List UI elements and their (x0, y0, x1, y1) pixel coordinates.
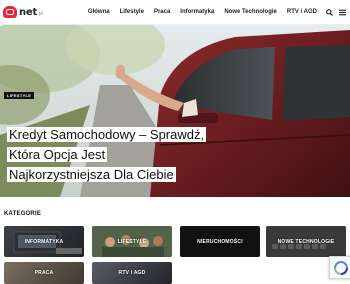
hero-title[interactable]: Kredyt Samochodowy – Sprawdź, Która Opcj… (7, 125, 207, 184)
menu-icon[interactable] (338, 8, 346, 16)
site-header: net.pl Główna Lifestyle Praca Informatyk… (0, 0, 350, 25)
tile-label: NIERUCHOMOŚCI (197, 238, 243, 245)
site-logo[interactable]: net.pl (3, 5, 43, 19)
nav-item-praca[interactable]: Praca (149, 0, 175, 24)
recaptcha-icon (333, 260, 348, 275)
category-tile-lifestyle[interactable]: LIFESTYLE (92, 226, 172, 257)
recaptcha-badge[interactable] (329, 256, 350, 279)
tile-label: INFORMATYKA (24, 238, 64, 245)
main-nav: Główna Lifestyle Praca Informatyka Nowe … (83, 0, 350, 24)
logo-text: net.pl (19, 6, 43, 18)
category-tile-nowe-technologie[interactable]: NOWE TECHNOLOGIE (266, 226, 346, 257)
nav-item-rtv-agd[interactable]: RTV i AGD (282, 0, 322, 24)
category-tile-nieruchomosci[interactable]: NIERUCHOMOŚCI (180, 226, 260, 257)
category-tile-informatyka[interactable]: INFORMATYKA (4, 226, 84, 257)
category-tag[interactable]: LIFESTYLE (4, 92, 35, 99)
categories-heading: KATEGORIE (4, 211, 42, 217)
category-tile-praca[interactable]: PRACA (4, 262, 84, 284)
hero-featured-article[interactable]: LIFESTYLE Kredyt Samochodowy – Sprawdź, … (0, 25, 350, 197)
nav-item-nowe-technologie[interactable]: Nowe Technologie (219, 0, 282, 24)
logo-mark (3, 6, 17, 18)
header-icons (322, 8, 350, 16)
tile-label: RTV I AGD (118, 270, 146, 276)
nav-item-glowna[interactable]: Główna (83, 0, 115, 24)
nav-item-lifestyle[interactable]: Lifestyle (115, 0, 149, 24)
search-icon[interactable] (325, 8, 333, 16)
tile-label: LIFESTYLE (117, 238, 147, 245)
tile-label: NOWE TECHNOLOGIE (277, 238, 335, 245)
tile-label: PRACA (34, 270, 54, 276)
category-tile-rtv-agd[interactable]: RTV I AGD (92, 262, 172, 284)
nav-item-informatyka[interactable]: Informatyka (175, 0, 219, 24)
